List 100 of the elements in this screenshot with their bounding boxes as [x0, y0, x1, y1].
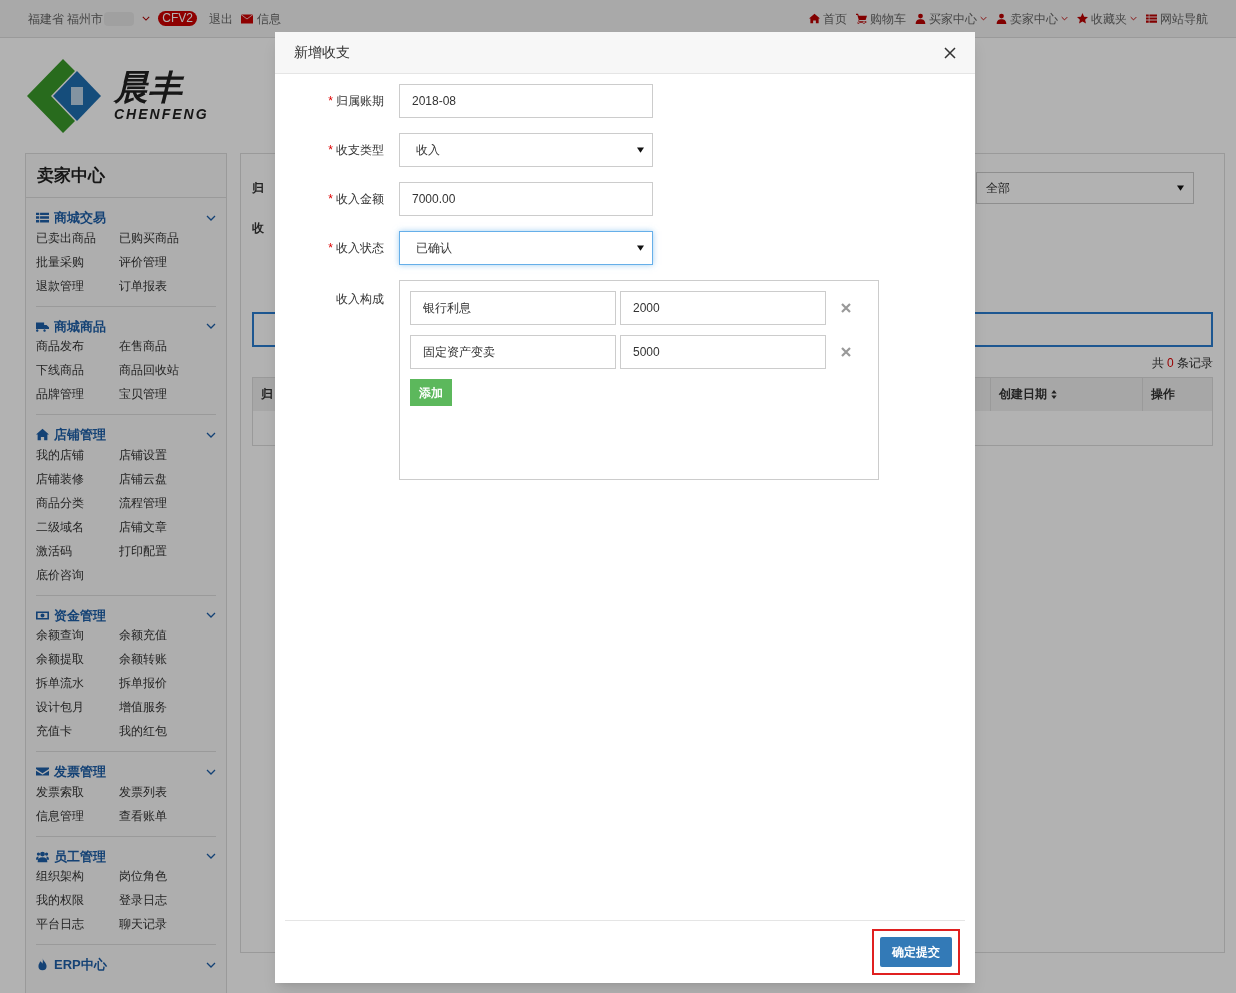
- sidebar-link[interactable]: 信息管理: [36, 803, 119, 828]
- input-field[interactable]: 5000: [620, 335, 826, 369]
- sidebar-link[interactable]: 余额充值: [119, 623, 202, 647]
- sidebar-title: 卖家中心: [37, 164, 105, 187]
- sidebar-section-title[interactable]: 店铺管理: [54, 425, 106, 445]
- sidebar-link[interactable]: 增值服务: [119, 695, 202, 719]
- sidebar-link[interactable]: 登录日志: [119, 888, 202, 912]
- sidebar-link[interactable]: 设计包月: [36, 695, 119, 719]
- select-field[interactable]: 收入: [399, 133, 653, 167]
- required-mark: *: [328, 93, 333, 110]
- sidebar-link[interactable]: 激活码: [36, 538, 119, 563]
- chevron-icon: [980, 16, 987, 21]
- sidebar-link[interactable]: 聊天记录: [119, 912, 202, 936]
- home-icon: [809, 13, 820, 24]
- logout-link[interactable]: 退出: [209, 9, 234, 28]
- sidebar-link[interactable]: 余额提取: [36, 647, 119, 671]
- column-header[interactable]: 创建日期: [990, 377, 1142, 411]
- sidebar-link[interactable]: 组织架构: [36, 864, 119, 888]
- sidebar-link[interactable]: 已购买商品: [119, 225, 202, 250]
- remove-icon[interactable]: [841, 303, 851, 313]
- dialog-title: 新增收支: [294, 43, 350, 62]
- submit-button[interactable]: 确定提交: [880, 937, 952, 967]
- sidebar-link[interactable]: 余额查询: [36, 623, 119, 647]
- sidebar-link[interactable]: 流程管理: [119, 490, 202, 515]
- chevron-icon: [206, 612, 216, 619]
- chevron-icon: [206, 768, 216, 775]
- users-icon: [36, 849, 49, 863]
- sidebar-link[interactable]: 余额转账: [119, 647, 202, 671]
- logo-name: 晨丰: [114, 70, 185, 104]
- sidebar-link[interactable]: 店铺云盘: [119, 466, 202, 491]
- sidebar-link[interactable]: 岗位角色: [119, 864, 202, 888]
- input-field[interactable]: 2018-08: [399, 84, 653, 118]
- sidebar-section-title[interactable]: 员工管理: [54, 846, 106, 866]
- sidebar-section-title[interactable]: 商城商品: [54, 316, 106, 336]
- close-icon[interactable]: [944, 46, 956, 59]
- sidebar-link[interactable]: 拆单报价: [119, 671, 202, 695]
- sidebar-link[interactable]: 店铺装修: [36, 466, 119, 491]
- nav-link[interactable]: 首页: [809, 9, 847, 28]
- input-field[interactable]: 7000.00: [399, 182, 653, 216]
- user-icon: [996, 13, 1007, 24]
- sidebar-link[interactable]: 下线商品: [36, 358, 119, 382]
- flame-icon: [36, 958, 49, 972]
- filter-select[interactable]: 全部: [976, 172, 1194, 204]
- sidebar-link[interactable]: 发票列表: [119, 779, 202, 804]
- sidebar-link[interactable]: 我的店铺: [36, 442, 119, 467]
- filter-label: 收: [252, 221, 264, 235]
- sidebar-link[interactable]: 已卖出商品: [36, 225, 119, 250]
- sidebar-link[interactable]: 查看账单: [119, 803, 202, 828]
- filter-label: 归: [252, 180, 264, 197]
- dropdown-arrow-icon: [1177, 185, 1184, 191]
- banknote-icon: [36, 608, 49, 622]
- field-label: 归属账期: [336, 93, 384, 110]
- sidebar-link[interactable]: 在售商品: [119, 334, 202, 358]
- sidebar-link[interactable]: 品牌管理: [36, 382, 119, 406]
- input-field[interactable]: 银行利息: [410, 291, 616, 325]
- sidebar-link[interactable]: 商品分类: [36, 490, 119, 515]
- nav-link[interactable]: 购物车: [856, 9, 906, 28]
- remove-icon[interactable]: [841, 347, 851, 357]
- sidebar-link[interactable]: 批量采购: [36, 249, 119, 274]
- input-field[interactable]: 2000: [620, 291, 826, 325]
- sidebar-link[interactable]: 店铺设置: [119, 442, 202, 467]
- sidebar-link[interactable]: 订单报表: [119, 273, 202, 298]
- dropdown-arrow-icon: [637, 245, 644, 251]
- sidebar-link[interactable]: 宝贝管理: [119, 382, 202, 406]
- nav-link[interactable]: 收藏夹: [1077, 9, 1137, 28]
- sidebar-section-title[interactable]: 资金管理: [54, 605, 106, 625]
- field-label: 收入金额: [336, 191, 384, 208]
- sidebar-link[interactable]: 商品回收站: [119, 358, 202, 382]
- sidebar-section-title[interactable]: ERP中心: [54, 955, 107, 975]
- input-field[interactable]: 固定资产变卖: [410, 335, 616, 369]
- cart-icon: [856, 13, 867, 24]
- sidebar-section-title[interactable]: 发票管理: [54, 762, 106, 782]
- list-icon: [1146, 13, 1157, 24]
- messages-link[interactable]: 信息: [257, 9, 282, 28]
- sidebar-link[interactable]: 平台日志: [36, 912, 119, 936]
- sidebar-link[interactable]: 店铺文章: [119, 514, 202, 539]
- chevron-icon: [206, 961, 216, 968]
- nav-link[interactable]: 卖家中心: [996, 9, 1068, 28]
- sidebar-link[interactable]: 拆单流水: [36, 671, 119, 695]
- sidebar-link[interactable]: 退款管理: [36, 273, 119, 298]
- select-field[interactable]: 已确认: [399, 231, 653, 265]
- sidebar-section-title[interactable]: 商城交易: [54, 208, 106, 228]
- sidebar-link[interactable]: 商品发布: [36, 334, 119, 358]
- sort-icon: [1051, 389, 1057, 399]
- required-mark: *: [328, 142, 333, 159]
- nav-link[interactable]: 网站导航: [1146, 9, 1208, 28]
- sidebar-link[interactable]: 打印配置: [119, 538, 202, 563]
- sidebar-link[interactable]: 我的红包: [119, 719, 202, 743]
- sidebar-link[interactable]: 充值卡: [36, 719, 119, 743]
- sidebar-link[interactable]: 二级域名: [36, 514, 119, 539]
- sidebar-link[interactable]: 评价管理: [119, 249, 202, 274]
- sidebar-link[interactable]: 我的权限: [36, 888, 119, 912]
- sidebar-link[interactable]: 发票索取: [36, 779, 119, 804]
- nav-link[interactable]: 买家中心: [915, 9, 987, 28]
- sidebar-link[interactable]: 底价咨询: [36, 562, 119, 587]
- home-icon: [36, 428, 49, 442]
- required-mark: *: [328, 191, 333, 208]
- field-label: 收入构成: [335, 291, 385, 308]
- location-text: 福建省 福州市: [28, 10, 104, 28]
- mail-icon: [241, 13, 254, 24]
